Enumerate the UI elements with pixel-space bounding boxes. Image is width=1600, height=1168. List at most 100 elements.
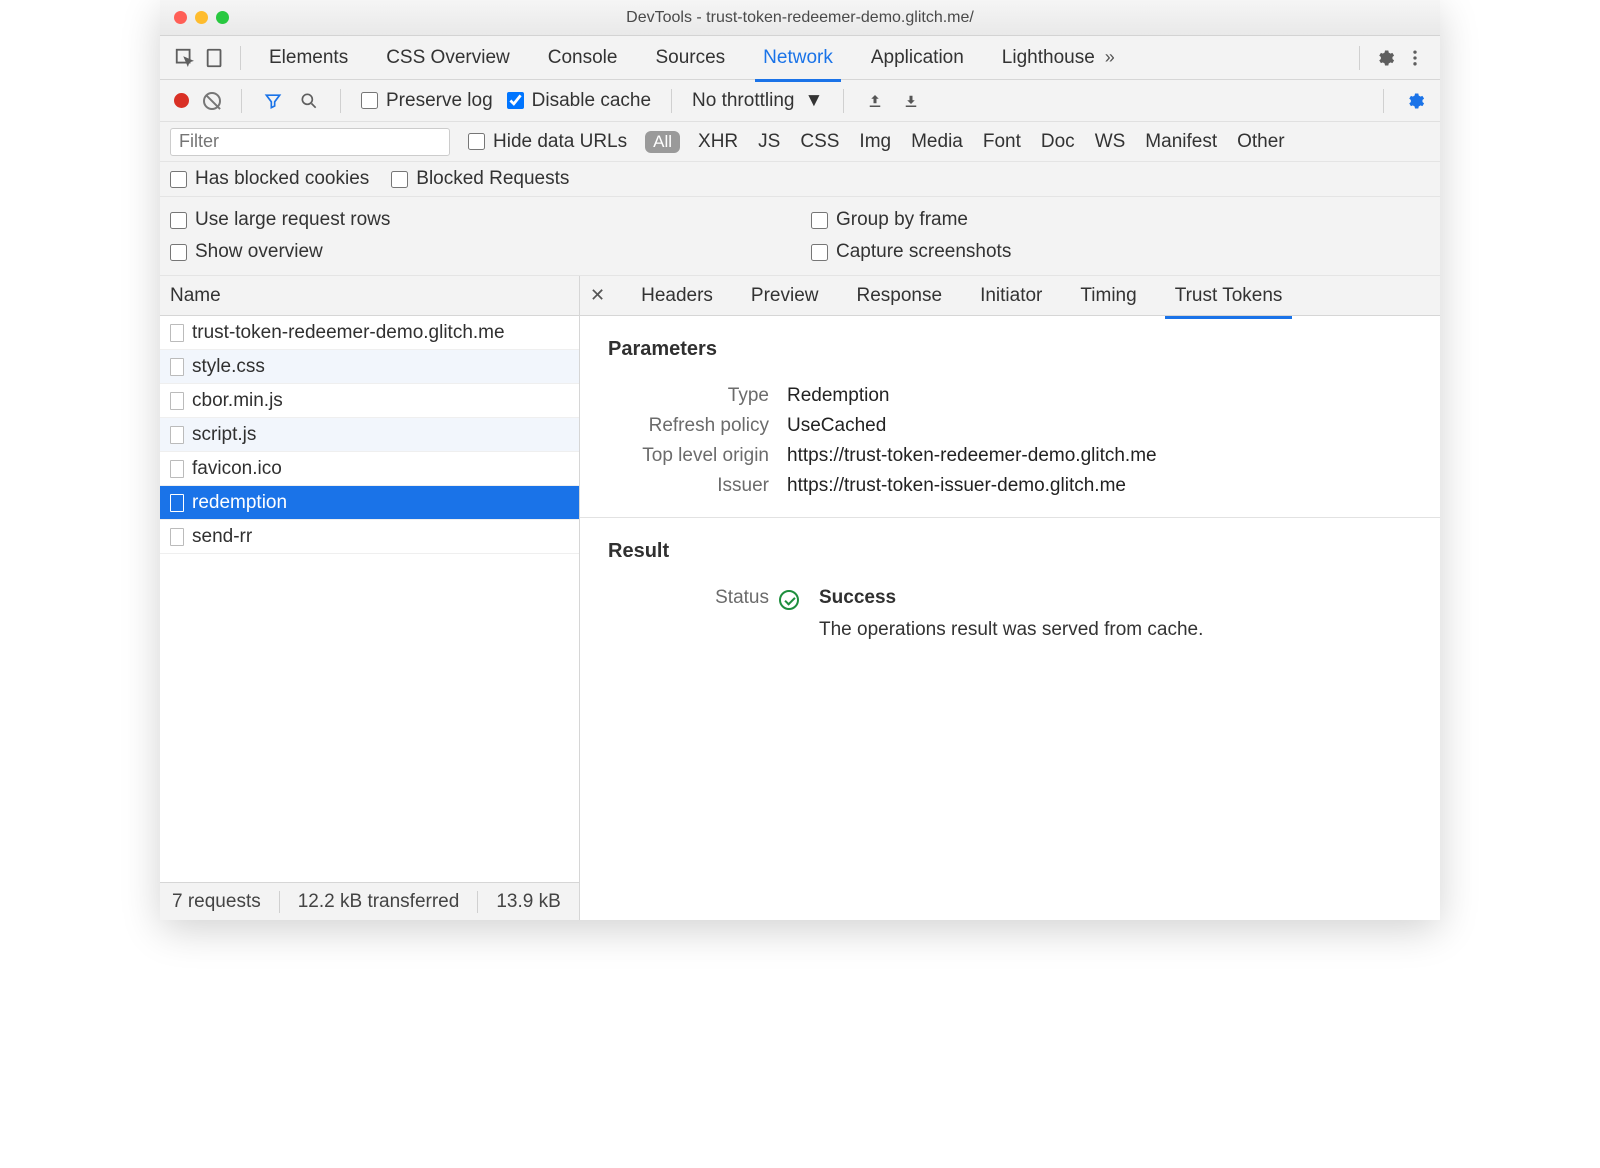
request-row[interactable]: script.js xyxy=(160,418,579,452)
request-name: script.js xyxy=(192,424,256,446)
request-row[interactable]: cbor.min.js xyxy=(160,384,579,418)
network-settings-gear-icon[interactable] xyxy=(1404,90,1426,112)
hide-data-urls-label: Hide data URLs xyxy=(493,131,627,153)
has-blocked-cookies-checkbox[interactable]: Has blocked cookies xyxy=(170,168,369,190)
filter-icon[interactable] xyxy=(262,90,284,112)
tab-elements[interactable]: Elements xyxy=(267,41,350,75)
request-name: favicon.ico xyxy=(192,458,282,480)
group-by-frame-label: Group by frame xyxy=(836,209,968,231)
large-rows-label: Use large request rows xyxy=(195,209,390,231)
file-icon xyxy=(170,460,184,478)
param-value: https://trust-token-redeemer-demo.glitch… xyxy=(787,445,1426,467)
request-name: trust-token-redeemer-demo.glitch.me xyxy=(192,322,505,344)
request-name: send-rr xyxy=(192,526,252,548)
request-row[interactable]: favicon.ico xyxy=(160,452,579,486)
request-row[interactable]: trust-token-redeemer-demo.glitch.me xyxy=(160,316,579,350)
device-toggle-icon[interactable] xyxy=(204,47,226,69)
separator xyxy=(241,89,242,113)
clear-icon[interactable] xyxy=(203,92,221,110)
chevron-down-icon: ▼ xyxy=(804,90,823,112)
param-key: Issuer xyxy=(594,475,769,497)
filter-bar: Hide data URLs All XHR JS CSS Img Media Font D… xyxy=(160,122,1440,162)
detail-tab-timing[interactable]: Timing xyxy=(1078,279,1138,313)
disable-cache-label: Disable cache xyxy=(532,90,651,112)
close-icon[interactable]: ✕ xyxy=(590,285,605,306)
preserve-log-checkbox[interactable]: Preserve log xyxy=(361,90,493,112)
file-icon xyxy=(170,358,184,376)
request-name: style.css xyxy=(192,356,265,378)
separator xyxy=(843,89,844,113)
resource-size: 13.9 kB xyxy=(496,891,560,913)
tab-lighthouse[interactable]: Lighthouse xyxy=(1000,41,1097,75)
filter-input[interactable] xyxy=(170,128,450,156)
request-list-pane: Name trust-token-redeemer-demo.glitch.me… xyxy=(160,276,580,920)
request-row[interactable]: style.css xyxy=(160,350,579,384)
titlebar: DevTools - trust-token-redeemer-demo.gli… xyxy=(160,0,1440,36)
upload-har-icon[interactable] xyxy=(864,90,886,112)
has-blocked-cookies-label: Has blocked cookies xyxy=(195,168,369,190)
blocked-requests-label: Blocked Requests xyxy=(416,168,569,190)
detail-tab-headers[interactable]: Headers xyxy=(639,279,715,313)
blocked-requests-checkbox[interactable]: Blocked Requests xyxy=(391,168,569,190)
request-row[interactable]: redemption xyxy=(160,486,579,520)
separator xyxy=(671,89,672,113)
filter-type-js[interactable]: JS xyxy=(758,131,780,153)
devtools-tabbar: Elements CSS Overview Console Sources Networ… xyxy=(160,36,1440,80)
preserve-log-label: Preserve log xyxy=(386,90,493,112)
filter-type-doc[interactable]: Doc xyxy=(1041,131,1075,153)
detail-tabbar: ✕ Headers Preview Response Initiator Timing T… xyxy=(580,276,1440,316)
search-icon[interactable] xyxy=(298,90,320,112)
tab-css-overview[interactable]: CSS Overview xyxy=(384,41,512,75)
settings-gear-icon[interactable] xyxy=(1374,47,1396,69)
group-by-frame-checkbox[interactable]: Group by frame xyxy=(811,209,1430,231)
tab-application[interactable]: Application xyxy=(869,41,966,75)
filter-type-font[interactable]: Font xyxy=(983,131,1021,153)
filter-type-img[interactable]: Img xyxy=(859,131,891,153)
detail-tab-preview[interactable]: Preview xyxy=(749,279,821,313)
download-har-icon[interactable] xyxy=(900,90,922,112)
inspect-element-icon[interactable] xyxy=(174,47,196,69)
hide-data-urls-checkbox[interactable]: Hide data URLs xyxy=(468,131,627,153)
tab-sources[interactable]: Sources xyxy=(653,41,727,75)
separator xyxy=(477,891,478,913)
blocked-bar: Has blocked cookies Blocked Requests xyxy=(160,162,1440,197)
status-value: Success xyxy=(819,587,1426,609)
large-rows-checkbox[interactable]: Use large request rows xyxy=(170,209,789,231)
request-name: cbor.min.js xyxy=(192,390,283,412)
detail-tab-response[interactable]: Response xyxy=(855,279,945,313)
tab-network[interactable]: Network xyxy=(761,41,835,75)
detail-tab-initiator[interactable]: Initiator xyxy=(978,279,1044,313)
request-list-header: Name xyxy=(160,276,579,316)
filter-type-xhr[interactable]: XHR xyxy=(698,131,738,153)
kebab-menu-icon[interactable] xyxy=(1404,47,1426,69)
param-key: Top level origin xyxy=(594,445,769,467)
record-icon[interactable] xyxy=(174,93,189,108)
filter-all-pill[interactable]: All xyxy=(645,131,680,153)
filter-type-css[interactable]: CSS xyxy=(800,131,839,153)
request-status-bar: 7 requests 12.2 kB transferred 13.9 kB xyxy=(160,882,579,920)
file-icon xyxy=(170,324,184,342)
param-value: UseCached xyxy=(787,415,1426,437)
window-title: DevTools - trust-token-redeemer-demo.gli… xyxy=(160,9,1440,27)
filter-type-manifest[interactable]: Manifest xyxy=(1145,131,1217,153)
more-tabs-icon[interactable]: » xyxy=(1105,47,1115,68)
file-icon xyxy=(170,494,184,512)
capture-screenshots-label: Capture screenshots xyxy=(836,241,1011,263)
status-key: Status xyxy=(594,587,769,609)
separator xyxy=(340,89,341,113)
detail-tab-trust-tokens[interactable]: Trust Tokens xyxy=(1173,279,1285,313)
filter-type-other[interactable]: Other xyxy=(1237,131,1285,153)
disable-cache-checkbox[interactable]: Disable cache xyxy=(507,90,651,112)
network-toolbar: Preserve log Disable cache No throttling… xyxy=(160,80,1440,122)
filter-type-media[interactable]: Media xyxy=(911,131,963,153)
request-row[interactable]: send-rr xyxy=(160,520,579,554)
filter-type-ws[interactable]: WS xyxy=(1095,131,1126,153)
throttling-select[interactable]: No throttling ▼ xyxy=(692,90,823,112)
show-overview-checkbox[interactable]: Show overview xyxy=(170,241,789,263)
capture-screenshots-checkbox[interactable]: Capture screenshots xyxy=(811,241,1430,263)
throttling-value: No throttling xyxy=(692,90,794,112)
tab-console[interactable]: Console xyxy=(546,41,620,75)
separator xyxy=(279,891,280,913)
transferred-size: 12.2 kB transferred xyxy=(298,891,460,913)
request-detail-pane: ✕ Headers Preview Response Initiator Timing T… xyxy=(580,276,1440,920)
